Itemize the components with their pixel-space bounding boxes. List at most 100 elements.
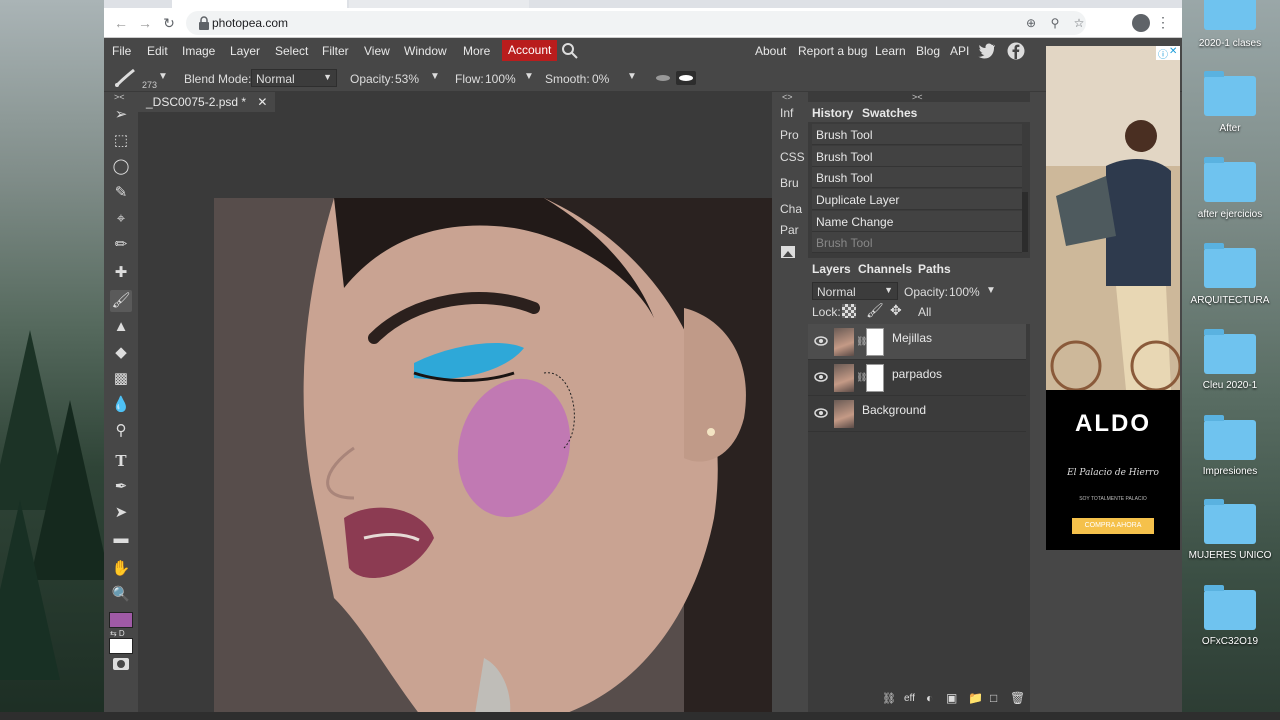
layer-opacity-slider-icon[interactable]: ▼ bbox=[986, 285, 996, 296]
opacity-slider-icon[interactable]: ▼ bbox=[430, 71, 440, 82]
panel-character[interactable]: Cha bbox=[780, 202, 802, 216]
menu-file[interactable]: File bbox=[112, 44, 131, 58]
menu-window[interactable]: Window bbox=[404, 44, 447, 58]
brush-preset-icon[interactable] bbox=[114, 68, 138, 88]
gradient-tool-icon[interactable]: ▩ bbox=[110, 368, 132, 390]
pen-tool-icon[interactable]: ✒ bbox=[110, 476, 132, 498]
shape-tool-icon[interactable]: ▬ bbox=[110, 528, 132, 550]
smooth-slider-icon[interactable]: ▼ bbox=[627, 71, 637, 82]
profile-avatar-icon[interactable] bbox=[1132, 14, 1150, 32]
layer-row[interactable]: ⛓ parpados bbox=[808, 360, 1026, 396]
swap-colors-icon[interactable]: ⇆ D bbox=[110, 629, 125, 638]
type-tool-icon[interactable]: T bbox=[110, 450, 132, 472]
search-icon[interactable] bbox=[561, 42, 579, 60]
panel-paragraph[interactable]: Par bbox=[780, 223, 799, 237]
menu-filter[interactable]: Filter bbox=[322, 44, 349, 58]
browser-tab[interactable] bbox=[172, 0, 347, 8]
opacity-value[interactable]: 53% bbox=[395, 72, 419, 86]
menu-more[interactable]: More bbox=[463, 44, 490, 58]
menu-api[interactable]: API bbox=[950, 44, 969, 58]
tab-channels[interactable]: Channels bbox=[858, 262, 912, 276]
adjustment-layer-icon[interactable]: ◐ bbox=[926, 691, 933, 705]
menu-edit[interactable]: Edit bbox=[147, 44, 168, 58]
expand-icon[interactable]: <> bbox=[782, 92, 793, 102]
menu-layer[interactable]: Layer bbox=[230, 44, 260, 58]
tab-history[interactable]: History bbox=[812, 106, 853, 120]
browser-tab[interactable] bbox=[349, 0, 529, 8]
add-icon[interactable]: ⊕ bbox=[1024, 16, 1038, 30]
foreground-color-swatch[interactable] bbox=[109, 612, 133, 628]
eraser-tool-icon[interactable]: ◆ bbox=[110, 342, 132, 364]
airbrush-icon[interactable] bbox=[654, 73, 672, 83]
menu-kebab-icon[interactable]: ⋮ bbox=[1156, 14, 1170, 31]
history-row[interactable]: Brush Tool bbox=[812, 167, 1022, 188]
delete-layer-icon[interactable]: 🗑 bbox=[1010, 691, 1025, 705]
blend-mode-select[interactable]: Normal ▼ bbox=[251, 69, 337, 87]
visibility-eye-icon[interactable] bbox=[814, 336, 828, 346]
menu-select[interactable]: Select bbox=[275, 44, 308, 58]
lock-pixels-icon[interactable]: 🖌 bbox=[866, 302, 884, 319]
layer-mask-thumbnail[interactable] bbox=[866, 364, 884, 392]
path-select-tool-icon[interactable]: ➤ bbox=[110, 502, 132, 524]
move-tool-icon[interactable]: ➢ bbox=[110, 104, 132, 126]
hand-tool-icon[interactable]: ✋ bbox=[110, 558, 132, 580]
flow-slider-icon[interactable]: ▼ bbox=[524, 71, 534, 82]
collapse-icon[interactable]: >< bbox=[114, 92, 125, 102]
brush-tool-icon[interactable]: 🖌 bbox=[110, 290, 132, 312]
dodge-tool-icon[interactable]: ⚲ bbox=[110, 420, 132, 442]
quick-select-tool-icon[interactable]: ✎ bbox=[110, 182, 132, 204]
menu-about[interactable]: About bbox=[755, 44, 786, 58]
lasso-tool-icon[interactable]: ◯ bbox=[110, 156, 132, 178]
ad-info-icon[interactable]: ⓘ bbox=[1158, 46, 1168, 61]
forward-icon[interactable]: → bbox=[136, 14, 154, 32]
reload-icon[interactable]: ↻ bbox=[160, 14, 178, 32]
flow-value[interactable]: 100% bbox=[485, 72, 516, 86]
stamp-tool-icon[interactable]: ▲ bbox=[110, 316, 132, 338]
crop-tool-icon[interactable]: ⌖ bbox=[110, 208, 132, 230]
document-tab[interactable]: _DSC0075-2.psd * ✕ bbox=[138, 92, 276, 112]
ad-cta-button[interactable]: COMPRA AHORA bbox=[1072, 518, 1154, 534]
menu-blog[interactable]: Blog bbox=[916, 44, 940, 58]
quick-mask-icon[interactable] bbox=[113, 658, 129, 670]
history-scrollbar[interactable] bbox=[1022, 192, 1028, 252]
twitter-icon[interactable] bbox=[978, 43, 996, 59]
history-row[interactable]: Brush Tool bbox=[812, 124, 1022, 145]
visibility-eye-icon[interactable] bbox=[814, 372, 828, 382]
close-icon[interactable]: ✕ bbox=[257, 95, 267, 109]
ad-banner[interactable]: ALDO El Palacio de Hierro SOY TOTALMENTE… bbox=[1046, 390, 1180, 550]
ad-choices[interactable]: ⓘ ✕ bbox=[1156, 46, 1180, 61]
new-group-icon[interactable]: 📁 bbox=[968, 691, 983, 705]
healing-tool-icon[interactable]: ✚ bbox=[110, 262, 132, 284]
tab-layers[interactable]: Layers bbox=[812, 262, 851, 276]
lock-all-label[interactable]: All bbox=[918, 305, 931, 319]
menu-view[interactable]: View bbox=[364, 44, 390, 58]
pressure-icon[interactable] bbox=[676, 71, 696, 85]
add-mask-icon[interactable]: ▣ bbox=[946, 691, 957, 705]
visibility-eye-icon[interactable] bbox=[814, 408, 828, 418]
panel-properties[interactable]: Pro bbox=[780, 128, 799, 142]
canvas-area[interactable] bbox=[138, 112, 772, 720]
layer-row[interactable]: Background bbox=[808, 396, 1026, 432]
layer-opacity-value[interactable]: 100% bbox=[949, 285, 980, 299]
effects-button[interactable]: eff bbox=[904, 693, 915, 704]
photo-canvas[interactable] bbox=[214, 198, 772, 720]
history-row[interactable]: Duplicate Layer bbox=[812, 189, 1022, 210]
bookmark-star-icon[interactable]: ☆ bbox=[1072, 16, 1086, 30]
image-panel-icon[interactable] bbox=[781, 246, 795, 258]
tab-swatches[interactable]: Swatches bbox=[862, 106, 917, 120]
history-row[interactable]: Name Change bbox=[812, 211, 1022, 232]
lock-transparency-icon[interactable] bbox=[842, 304, 856, 318]
layer-row[interactable]: ⛓ Mejillas bbox=[808, 324, 1026, 360]
menu-image[interactable]: Image bbox=[182, 44, 215, 58]
collapse-panels-icon[interactable]: >< bbox=[912, 92, 923, 102]
new-layer-icon[interactable]: □ bbox=[990, 691, 997, 705]
facebook-icon[interactable] bbox=[1007, 42, 1025, 60]
zoom-tool-icon[interactable]: 🔍 bbox=[110, 584, 132, 606]
brush-dropdown-icon[interactable]: ▼ bbox=[158, 71, 168, 82]
menu-report-bug[interactable]: Report a bug bbox=[798, 44, 867, 58]
layer-mask-thumbnail[interactable] bbox=[866, 328, 884, 356]
zoom-icon[interactable]: ⚲ bbox=[1048, 16, 1062, 30]
ad-close-icon[interactable]: ✕ bbox=[1169, 46, 1177, 57]
menu-learn[interactable]: Learn bbox=[875, 44, 906, 58]
history-row[interactable]: Brush Tool bbox=[812, 232, 1022, 253]
